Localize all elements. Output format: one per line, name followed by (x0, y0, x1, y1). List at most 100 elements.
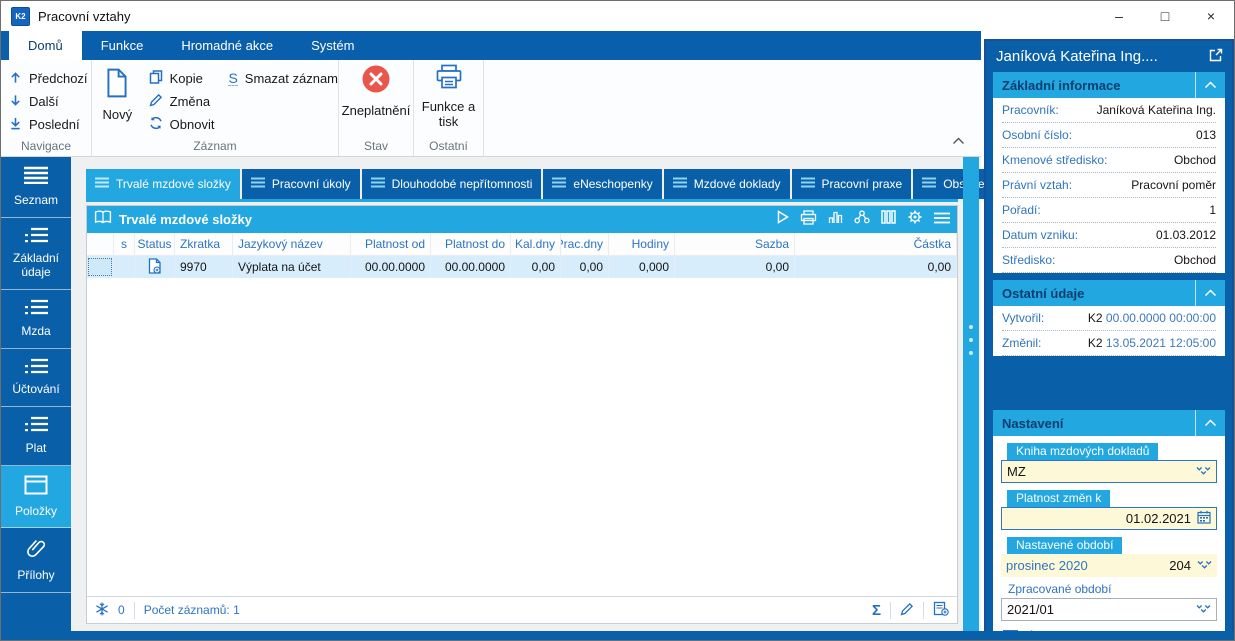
menu-list-icon (23, 166, 49, 188)
panel-title: Trvalé mzdové složky (119, 212, 252, 227)
chart-icon[interactable] (828, 210, 843, 229)
paperclip-icon (26, 537, 46, 563)
tab-dlouhodobe-nepritomnosti[interactable]: Dlouhodobé nepřítomnosti (361, 169, 542, 199)
snowflake-icon (95, 602, 109, 619)
columns-icon[interactable] (881, 210, 896, 229)
sidebar-item-seznam[interactable]: Seznam (1, 157, 71, 218)
print-functions-button[interactable]: Funkce a tisk (414, 60, 483, 129)
tab-pracovni-praxe[interactable]: Pracovní praxe (791, 169, 912, 199)
column-header-hodiny[interactable]: Hodiny (609, 233, 675, 255)
set-period-field[interactable]: prosinec 2020 204 (1001, 554, 1217, 577)
tab-pracovni-ukoly[interactable]: Pracovní úkoly (241, 169, 360, 199)
tab-mzdove-doklady[interactable]: Mzdové doklady (663, 169, 790, 199)
change-button[interactable]: Změna (149, 90, 215, 113)
column-header-platnost-od[interactable]: Platnost od (351, 233, 431, 255)
content-tab-strip: Trvalé mzdové složky Pracovní úkoly Dlou… (86, 169, 1053, 199)
external-link-icon[interactable] (1209, 48, 1223, 66)
add-document-icon[interactable] (933, 601, 949, 619)
copy-button[interactable]: Kopie (149, 67, 215, 90)
sidebar-item-plat[interactable]: Plat (1, 407, 71, 466)
group-label-stav: Stav (363, 139, 388, 153)
sidebar-item-prilohy[interactable]: Přílohy (1, 528, 71, 593)
column-header-sazba[interactable]: Sazba (675, 233, 795, 255)
window-controls: – □ × (1096, 1, 1234, 31)
column-header-status[interactable]: Status (135, 233, 175, 255)
gear-icon[interactable] (907, 210, 923, 230)
ribbon-group-stav: Zneplatnění Stav (339, 60, 414, 156)
ribbon-tab-system[interactable]: Systém (292, 31, 373, 60)
panel-header: Trvalé mzdové složky (87, 206, 957, 233)
ribbon-tab-funkce[interactable]: Funkce (82, 31, 163, 60)
column-header-nazev[interactable]: Jazykový název (233, 233, 351, 255)
minimize-button[interactable]: – (1096, 1, 1142, 31)
calendar-icon[interactable] (1197, 510, 1211, 527)
tab-eneschopenky[interactable]: eNeschopenky (543, 169, 662, 199)
table-row[interactable]: 9970 Výplata na účet 00.00.0000 00.00.00… (87, 256, 957, 278)
panel-toolbar (777, 209, 950, 230)
detail-list-icon (23, 416, 49, 436)
sidebar-item-mzda[interactable]: Mzda (1, 290, 71, 349)
column-header-selector[interactable] (87, 233, 114, 255)
ribbon: Předchozí Další Poslední Navigace Nový K… (1, 60, 981, 157)
row-selector-cell[interactable] (87, 256, 114, 278)
detail-list-icon (23, 299, 49, 319)
validity-date-field[interactable]: 01.02.2021 (1001, 507, 1217, 530)
section-basic-info: Základní informace Pracovník: Janíková Ka… (993, 72, 1225, 273)
collapse-section-button[interactable] (1195, 410, 1225, 436)
cell-platnost-od: 00.00.0000 (351, 256, 431, 278)
field-pracovnik: Pracovník: Janíková Kateřina Ing. (1002, 98, 1216, 123)
next-button[interactable]: Další (9, 90, 91, 113)
ribbon-collapse-button[interactable] (952, 132, 965, 150)
panel-splitter[interactable] (963, 157, 979, 633)
field-vytvoril: Vytvořil: K2 00.00.0000 00:00:00 (1002, 306, 1216, 331)
column-header-castka[interactable]: Částka (795, 233, 957, 255)
cluster-icon[interactable] (854, 210, 870, 229)
run-icon[interactable] (777, 210, 789, 229)
maximize-button[interactable]: □ (1142, 1, 1188, 31)
field-datum-vzniku: Datum vzniku: 01.03.2012 (1002, 223, 1216, 248)
sidebar-item-polozky[interactable]: Položky (1, 465, 71, 529)
column-header-s[interactable]: s (114, 233, 135, 255)
records-panel: Trvalé mzdové složky s Status Zkratka Ja… (86, 205, 958, 624)
invalidate-button[interactable]: Zneplatnění (339, 60, 413, 118)
invalid-red-x-icon (361, 64, 391, 97)
hamburger-menu-icon[interactable] (934, 211, 950, 229)
sum-icon[interactable]: Σ (872, 602, 881, 619)
column-header-zkratka[interactable]: Zkratka (175, 233, 233, 255)
print-icon[interactable] (800, 209, 817, 230)
last-button[interactable]: Poslední (9, 113, 91, 136)
column-header-platnost-do[interactable]: Platnost do (431, 233, 511, 255)
ribbon-tab-hromadne-akce[interactable]: Hromadné akce (162, 31, 292, 60)
window-bottom-strip (1, 631, 1234, 640)
refresh-button[interactable]: Obnovit (149, 113, 214, 136)
window-title: Pracovní vztahy (38, 8, 131, 24)
arrow-up-icon (9, 71, 22, 87)
sidebar-item-uctovani[interactable]: Účtování (1, 349, 71, 408)
book-of-wage-documents-field[interactable]: MZ (1001, 460, 1217, 483)
collapse-section-button[interactable] (1195, 280, 1225, 306)
edit-pencil-icon[interactable] (900, 602, 914, 619)
cell-zkratka: 9970 (175, 256, 233, 278)
dropdown-icon[interactable] (1196, 464, 1211, 479)
table-header-row: s Status Zkratka Jazykový název Platnost… (87, 233, 957, 256)
sidebar-item-zakladni-udaje[interactable]: Základní údaje (1, 218, 71, 290)
dropdown-icon[interactable] (1196, 602, 1211, 617)
column-header-prac-dny[interactable]: Prac.dny (561, 233, 609, 255)
processed-period-field[interactable]: 2021/01 (1001, 598, 1217, 621)
column-header-kal-dny[interactable]: Kal.dny (511, 233, 561, 255)
collapse-section-button[interactable] (1195, 72, 1225, 98)
ribbon-group-zaznam: Nový Kopie Změna Obnovit S Smazat záznam… (92, 60, 339, 156)
delete-record-button[interactable]: S Smazat záznam (228, 67, 338, 90)
main-content: Trvalé mzdové složky Pracovní úkoly Dlou… (71, 157, 1053, 633)
cell-hodiny: 0,000 (609, 256, 675, 278)
dropdown-icon[interactable] (1197, 558, 1212, 573)
box-icon (24, 475, 48, 499)
field-label-zpracovane: Zpracované období (1008, 582, 1112, 596)
ribbon-group-ostatni: Funkce a tisk Ostatní (414, 60, 484, 156)
close-button[interactable]: × (1188, 1, 1234, 31)
tab-trvale-mzdove-slozky[interactable]: Trvalé mzdové složky (86, 169, 240, 199)
previous-button[interactable]: Předchozí (9, 67, 91, 90)
ribbon-tab-domu[interactable]: Domů (9, 31, 82, 60)
title-bar: K2 Pracovní vztahy – □ × (1, 1, 1234, 31)
splitter-handle (969, 325, 973, 355)
